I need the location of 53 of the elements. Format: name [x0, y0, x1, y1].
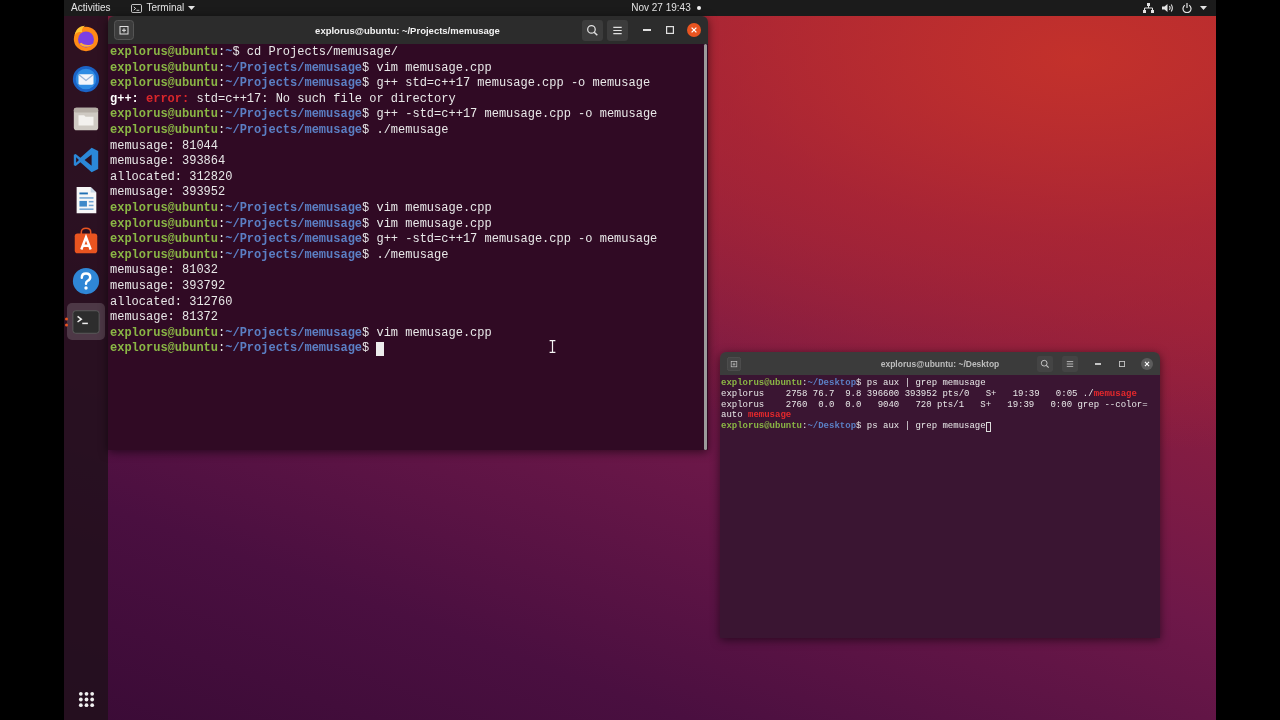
caret-icon [188, 6, 196, 10]
browser-icon [71, 23, 101, 54]
terminal-line: explorus@ubuntu:~/Projects/memusage$ vim memusage.cpp [110, 60, 492, 77]
terminal-line: auto memusage [721, 410, 792, 421]
close-icon[interactable] [687, 23, 701, 37]
close-icon[interactable] [1141, 357, 1153, 370]
terminal-line: explorus@ubuntu:~/Projects/memusage$ ./memusage [110, 122, 449, 139]
scrollbar[interactable] [704, 44, 707, 450]
activities-button[interactable]: Activities [71, 1, 111, 15]
network-icon[interactable] [1143, 3, 1154, 13]
terminal-line: explorus 2758 76.7 9.8 396600 393952 pts/0 S+ 19:39 0:05 ./memusage [721, 388, 1137, 400]
terminal-line: allocated: 312820 [110, 169, 233, 186]
terminal-line: memusage: 81372 [110, 310, 219, 326]
terminal-line: memusage: 393952 [110, 185, 226, 201]
terminal-line: explorus@ubuntu:~/Projects/memusage$ vim memusage.cpp [110, 325, 492, 342]
terminal-line: explorus 2760 0.0 0.0 9040 720 pts/1 S+ 19:39 0:00 grep --color= [721, 399, 1148, 411]
maximize-icon[interactable] [666, 26, 674, 34]
app-menu[interactable]: Terminal [131, 1, 196, 15]
terminal-line: memusage: 81032 [110, 263, 219, 279]
search-icon[interactable] [582, 19, 603, 41]
terminal-icon [131, 3, 143, 13]
terminal-line: explorus@ubuntu:~/Projects/memusage$ g++ -std=c++17 memusage.cpp -o memusage [110, 107, 658, 123]
terminal-line: allocated: 312760 [110, 294, 233, 311]
minimize-icon[interactable] [1095, 362, 1101, 365]
mail-icon [71, 63, 101, 94]
terminal-line: explorus@ubuntu:~/Desktop$ ps aux | grep memusage [721, 378, 986, 389]
terminal-line: memusage: 393864 [110, 154, 226, 170]
volume-icon[interactable] [1162, 3, 1174, 13]
search-icon[interactable] [1037, 355, 1053, 372]
terminal-line: explorus@ubuntu:~/Projects/memusage$ ./memusage [110, 247, 449, 264]
terminal-line: explorus@ubuntu:~/Projects/memusage$ g++ std=c++17 memusage.cpp -o memusage [110, 76, 651, 92]
new-tab-icon[interactable] [727, 356, 741, 371]
caret-icon[interactable] [1200, 6, 1207, 10]
terminal-line: explorus@ubuntu:~/Projects/memusage$ [110, 341, 371, 357]
power-icon[interactable] [1182, 3, 1192, 13]
menu-icon[interactable] [1062, 355, 1078, 372]
terminal-line: explorus@ubuntu:~/Projects/memusage$ vim memusage.cpp [110, 216, 492, 233]
terminal-line: memusage: 393792 [110, 278, 226, 295]
terminal-line: explorus@ubuntu:~/Projects/memusage$ g++ -std=c++17 memusage.cpp -o memusage [110, 232, 658, 248]
window-title: explorus@ubuntu: ~/Desktop [880, 358, 1000, 369]
help-icon [71, 266, 101, 297]
i-beam-pointer-icon [549, 340, 556, 353]
terminal-line: explorus@ubuntu:~/Desktop$ ps aux | grep memusage [721, 421, 986, 432]
new-tab-icon[interactable] [114, 20, 134, 40]
maximize-icon[interactable] [1119, 360, 1125, 367]
window-title: explorus@ubuntu: ~/Projects/memusage [315, 24, 500, 36]
clock[interactable]: Nov 27 19:43 [631, 1, 691, 15]
terminal-line: explorus@ubuntu:~$ cd Projects/memusage/ [110, 45, 399, 61]
app-grid-icon[interactable] [77, 691, 95, 708]
terminal-line: memusage: 81044 [110, 138, 219, 155]
menu-icon[interactable] [607, 19, 628, 41]
terminal-line: g++: error: std=c++17: No such file or directory [110, 91, 456, 108]
terminal-line: explorus@ubuntu:~/Projects/memusage$ vim memusage.cpp [110, 200, 492, 217]
